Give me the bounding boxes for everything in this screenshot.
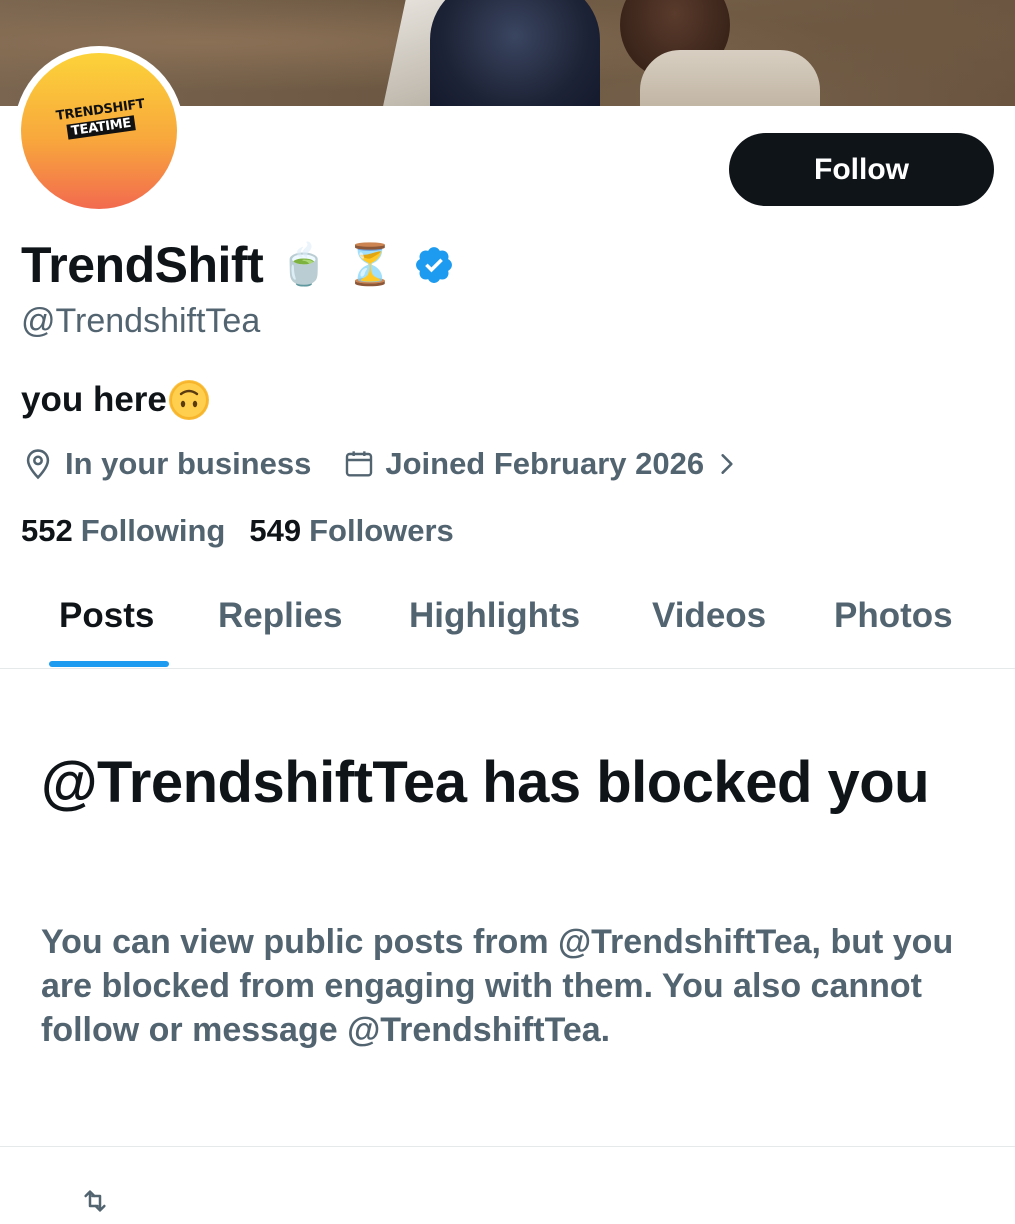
tab-videos[interactable]: Videos <box>652 596 766 636</box>
calendar-icon <box>346 451 373 477</box>
joined-item[interactable]: Joined February 2026 <box>343 446 740 482</box>
profile-meta-row: In your business Joined February 2026 <box>21 442 740 486</box>
location-text: In your business <box>65 446 312 481</box>
tab-replies[interactable]: Replies <box>218 596 343 636</box>
active-tab-indicator <box>49 661 169 667</box>
hourglass-emoji: ⏳ <box>345 242 395 288</box>
repost-icon <box>84 1190 106 1212</box>
profile-bio: you here <box>21 380 209 420</box>
following-label: Following <box>80 513 226 548</box>
blocked-title: @TrendshiftTea has blocked you <box>41 750 930 815</box>
chevron-right-icon[interactable] <box>714 449 740 479</box>
tea-emoji: 🍵 <box>279 242 330 288</box>
banner-figure-coat <box>640 50 820 106</box>
joined-text: Joined February 2026 <box>385 446 705 481</box>
section-divider <box>0 1146 1015 1147</box>
followers-stat[interactable]: 549 Followers <box>249 513 453 549</box>
repost-indicator <box>80 1186 110 1216</box>
followers-label: Followers <box>309 513 454 548</box>
profile-handle: @TrendshiftTea <box>21 302 261 340</box>
banner-figure-jacket <box>430 0 600 106</box>
bio-text: you here <box>21 380 167 419</box>
tab-posts[interactable]: Posts <box>59 596 154 636</box>
tab-photos[interactable]: Photos <box>834 596 953 636</box>
blocked-description: You can view public posts from @Trendshi… <box>41 923 954 1049</box>
following-stat[interactable]: 552 Following <box>21 513 225 549</box>
profile-name-row: TrendShift 🍵 ⏳ <box>21 236 455 294</box>
tab-highlights[interactable]: Highlights <box>409 596 580 636</box>
display-name: TrendShift <box>21 237 264 293</box>
follow-stats: 552 Following 549 Followers <box>21 510 454 552</box>
verified-badge-icon[interactable] <box>413 244 455 286</box>
following-count: 552 <box>21 513 73 548</box>
profile-tabs: Posts Replies Highlights Videos Photos <box>0 570 1015 669</box>
location-pin-icon <box>26 449 50 480</box>
followers-count: 549 <box>249 513 302 548</box>
location-item: In your business <box>21 446 311 482</box>
avatar-logo: TRENDSHIFT TEATIME <box>55 97 146 142</box>
upside-down-face-icon <box>168 380 209 420</box>
follow-button[interactable]: Follow <box>729 133 994 206</box>
avatar[interactable]: TRENDSHIFT TEATIME <box>21 53 177 209</box>
